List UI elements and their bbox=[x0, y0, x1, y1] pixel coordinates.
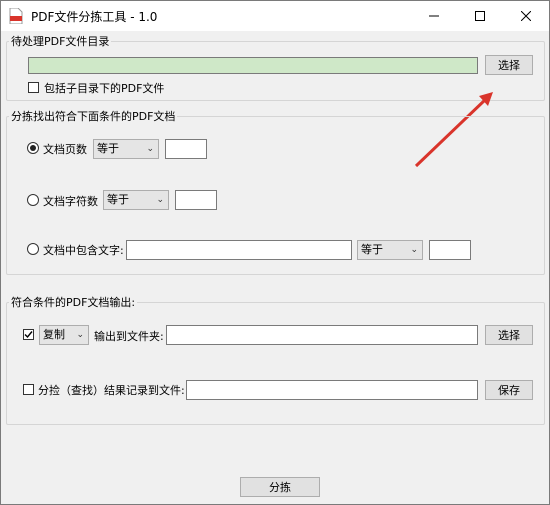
source-browse-button[interactable]: 选择 bbox=[485, 55, 533, 75]
chevron-down-icon: ⌄ bbox=[146, 144, 154, 154]
output-folder-browse-button[interactable]: 选择 bbox=[485, 325, 533, 345]
contains-text-count-input[interactable] bbox=[429, 240, 471, 260]
log-save-button[interactable]: 保存 bbox=[485, 380, 533, 400]
criteria-group-label: 分拣找出符合下面条件的PDF文档 bbox=[9, 108, 178, 124]
char-count-operator-select[interactable]: 等于 ⌄ bbox=[103, 190, 169, 210]
output-folder-label: 输出到文件夹: bbox=[94, 330, 164, 343]
output-group-label: 符合条件的PDF文档输出: bbox=[9, 294, 138, 310]
contains-text-operator-select[interactable]: 等于 ⌄ bbox=[357, 240, 423, 260]
include-subdirs-checkbox[interactable] bbox=[28, 82, 39, 93]
window-title: PDF文件分拣工具 - 1.0 bbox=[31, 10, 158, 24]
log-result-label: 分捡（查找）结果记录到文件: bbox=[38, 384, 185, 397]
app-window: PDF文件分拣工具 - 1.0 待处理PDF文件目录 选择 包括子目录下的PDF… bbox=[0, 0, 550, 505]
chevron-down-icon: ⌄ bbox=[76, 330, 84, 340]
page-count-radio[interactable] bbox=[27, 142, 39, 154]
maximize-icon bbox=[475, 11, 485, 21]
page-count-operator-value: 等于 bbox=[97, 142, 119, 155]
log-result-checkbox[interactable] bbox=[23, 384, 34, 395]
output-group bbox=[6, 302, 545, 425]
sort-run-button[interactable]: 分拣 bbox=[240, 477, 320, 497]
output-action-value: 复制 bbox=[43, 328, 65, 341]
log-file-input[interactable] bbox=[186, 380, 478, 400]
char-count-radio[interactable] bbox=[27, 194, 39, 206]
contains-text-operator-value: 等于 bbox=[361, 243, 383, 256]
char-count-operator-value: 等于 bbox=[107, 193, 129, 206]
minimize-button[interactable] bbox=[411, 1, 457, 31]
include-subdirs-label: 包括子目录下的PDF文件 bbox=[44, 82, 165, 95]
check-icon bbox=[24, 331, 33, 339]
close-icon bbox=[521, 11, 531, 21]
title-bar[interactable]: PDF文件分拣工具 - 1.0 bbox=[1, 1, 549, 31]
output-action-checkbox[interactable] bbox=[23, 329, 34, 340]
maximize-button[interactable] bbox=[457, 1, 503, 31]
pdf-app-icon bbox=[9, 8, 23, 24]
contains-text-label: 文档中包含文字: bbox=[43, 244, 124, 257]
source-dir-group-label: 待处理PDF文件目录 bbox=[9, 33, 112, 49]
minimize-icon bbox=[429, 15, 439, 17]
contains-text-radio[interactable] bbox=[27, 243, 39, 255]
page-count-label: 文档页数 bbox=[43, 143, 87, 156]
contains-text-input[interactable] bbox=[126, 240, 352, 260]
page-count-input[interactable] bbox=[165, 139, 207, 159]
char-count-label: 文档字符数 bbox=[43, 195, 98, 208]
chevron-down-icon: ⌄ bbox=[156, 195, 164, 205]
output-folder-input[interactable] bbox=[166, 325, 478, 345]
source-path-input[interactable] bbox=[28, 57, 478, 74]
close-button[interactable] bbox=[503, 1, 549, 31]
chevron-down-icon: ⌄ bbox=[410, 245, 418, 255]
page-count-operator-select[interactable]: 等于 ⌄ bbox=[93, 139, 159, 159]
char-count-input[interactable] bbox=[175, 190, 217, 210]
output-action-select[interactable]: 复制 ⌄ bbox=[39, 325, 89, 345]
